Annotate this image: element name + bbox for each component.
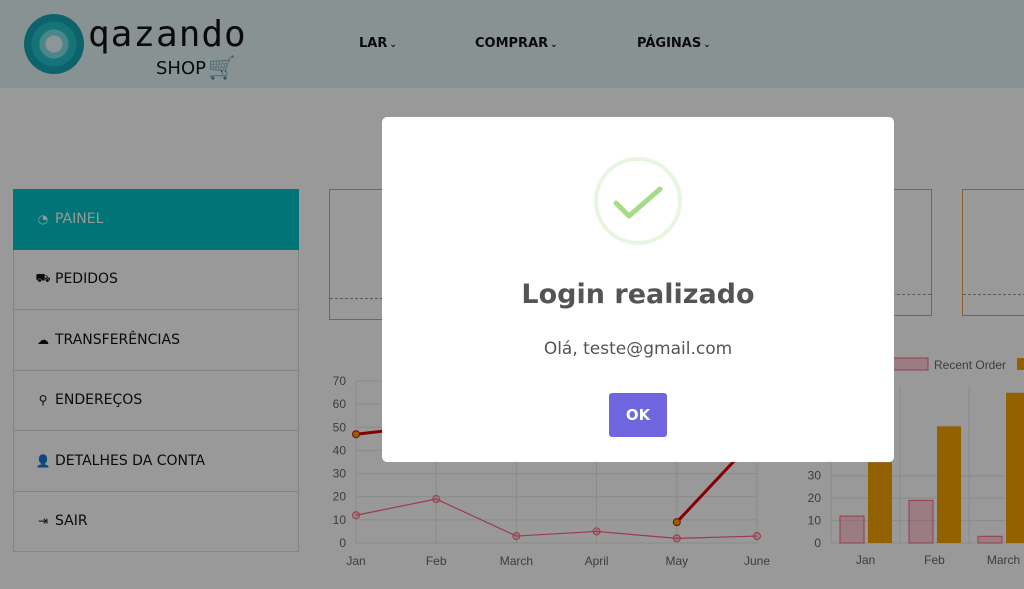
success-check-icon [594,157,682,245]
check-mark [613,186,663,219]
login-success-dialog: Login realizado Olá, teste@gmail.com OK [382,117,894,462]
dialog-title: Login realizado [521,279,755,310]
dialog-message: Olá, teste@gmail.com [543,339,733,359]
ok-button[interactable]: OK [609,393,667,437]
page: qazando SHOP 🛒 LAR ⌄ COMPRAR ⌄ PÁGINAS ⌄ ◔ … [0,0,1024,589]
